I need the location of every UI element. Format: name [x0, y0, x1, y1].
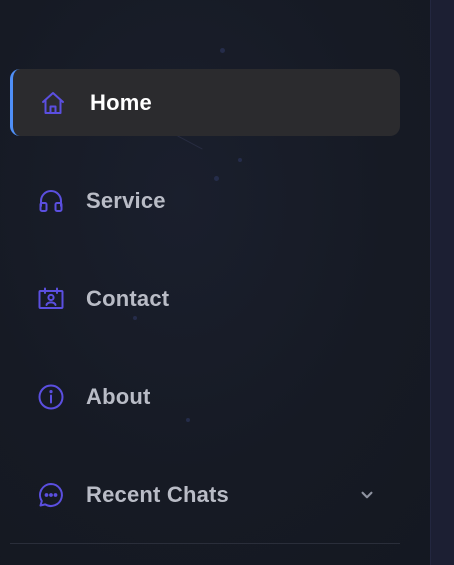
background-particle — [220, 48, 225, 53]
sidebar-nav: Home Service Contact About Recent Chats — [10, 69, 400, 559]
sidebar-item-label: Contact — [86, 285, 170, 311]
sidebar-item-service[interactable]: Service — [10, 167, 400, 234]
chevron-down-icon[interactable] — [358, 486, 376, 504]
sidebar-item-contact[interactable]: Contact — [10, 265, 400, 332]
content-panel-edge — [430, 0, 454, 565]
contact-card-icon — [36, 284, 66, 314]
home-icon — [38, 88, 68, 118]
sidebar-item-label: Recent Chats — [86, 481, 229, 507]
app-window: Home Service Contact About Recent Chats — [0, 0, 454, 565]
sidebar-item-label: About — [86, 383, 151, 409]
sidebar-item-home[interactable]: Home — [10, 69, 400, 136]
chat-bubble-icon — [36, 480, 66, 510]
sidebar-divider — [10, 543, 400, 544]
sidebar-item-recent-chats[interactable]: Recent Chats — [10, 461, 400, 528]
headphones-icon — [36, 186, 66, 216]
sidebar-item-about[interactable]: About — [10, 363, 400, 430]
sidebar-item-label: Home — [90, 89, 152, 115]
sidebar-item-label: Service — [86, 187, 166, 213]
info-icon — [36, 382, 66, 412]
